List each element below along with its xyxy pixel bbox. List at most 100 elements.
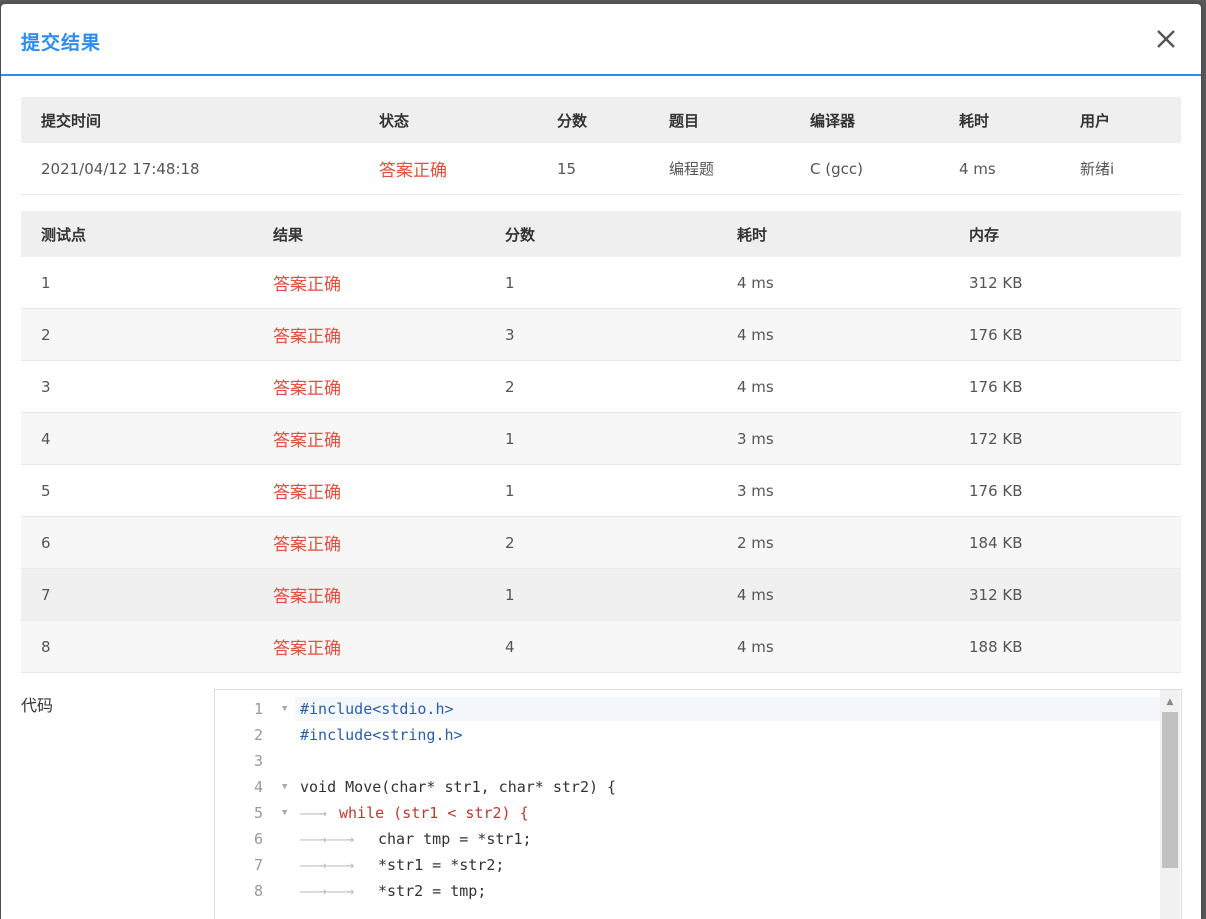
header-test-case: 测试点 (21, 211, 253, 257)
test-memory: 176 KB (949, 464, 1181, 517)
test-result: 答案正确 (253, 257, 485, 309)
fold-arrow-icon[interactable]: ▼ (282, 774, 287, 800)
header-user: 用户 (1060, 97, 1181, 143)
dialog-title: 提交结果 (21, 32, 102, 54)
code-line: 7 ——→——→ *str1 = *str2; (215, 852, 1161, 878)
table-row: 4 答案正确 1 3 ms 172 KB (21, 412, 1181, 465)
summary-row: 2021/04/12 17:48:18 答案正确 15 编程题 C (gcc) … (21, 143, 1181, 195)
test-case-table: 测试点 结果 分数 耗时 内存 1 答案正确 1 4 ms 312 KB 2 答… (21, 211, 1181, 673)
code-text: *str2 = tmp; (378, 882, 487, 900)
test-header-row: 测试点 结果 分数 耗时 内存 (21, 211, 1181, 257)
test-id: 3 (21, 360, 253, 413)
code-text: *str1 = *str2; (378, 856, 505, 874)
code-text: #include<string.h> (300, 726, 463, 744)
total-score: 15 (537, 143, 649, 195)
close-button[interactable] (1151, 24, 1181, 54)
test-memory: 312 KB (949, 568, 1181, 621)
header-test-score: 分数 (485, 211, 717, 257)
test-result: 答案正确 (253, 464, 485, 517)
test-id: 6 (21, 516, 253, 569)
table-row: 7 答案正确 1 4 ms 312 KB (21, 568, 1181, 621)
indent-guide: ——→——→ (300, 830, 355, 848)
summary-header-row: 提交时间 状态 分数 题目 编译器 耗时 用户 (21, 97, 1181, 143)
test-id: 4 (21, 412, 253, 465)
table-row: 6 答案正确 2 2 ms 184 KB (21, 516, 1181, 569)
test-score: 1 (485, 568, 717, 621)
submission-summary-table: 提交时间 状态 分数 题目 编译器 耗时 用户 2021/04/12 17:48… (21, 97, 1181, 195)
code-line: 6 ——→——→ char tmp = *str1; (215, 826, 1161, 852)
header-compiler: 编译器 (790, 97, 939, 143)
status-badge: 答案正确 (359, 143, 537, 195)
code-line: 2 #include<string.h> (215, 722, 1161, 748)
test-memory: 176 KB (949, 308, 1181, 361)
line-number: 4 (253, 778, 263, 796)
code-text: void Move(char* str1, char* str2) { (300, 778, 617, 796)
header-time: 耗时 (939, 97, 1060, 143)
code-text: #include<stdio.h> (300, 700, 454, 718)
fold-arrow-icon[interactable]: ▼ (282, 696, 287, 722)
submission-result-dialog: 提交结果 提交时间 状态 分数 题目 编译器 耗时 用户 2021/04/12 … (1, 4, 1201, 919)
line-number: 6 (253, 830, 263, 848)
header-memory: 内存 (949, 211, 1181, 257)
table-row: 3 答案正确 2 4 ms 176 KB (21, 360, 1181, 413)
scroll-up-arrow-icon[interactable]: ▲ (1160, 696, 1180, 708)
fold-arrow-icon[interactable]: ▼ (282, 800, 287, 826)
dialog-header: 提交结果 (1, 4, 1201, 76)
vertical-scrollbar[interactable]: ▲ (1160, 690, 1180, 919)
test-memory: 312 KB (949, 257, 1181, 309)
test-time: 3 ms (717, 412, 949, 465)
line-number: 8 (253, 882, 263, 900)
test-time: 4 ms (717, 360, 949, 413)
test-score: 1 (485, 464, 717, 517)
test-score: 4 (485, 620, 717, 673)
test-memory: 184 KB (949, 516, 1181, 569)
scrollbar-thumb[interactable] (1162, 712, 1178, 868)
table-row: 8 答案正确 4 4 ms 188 KB (21, 620, 1181, 673)
code-line: 8 ——→——→ *str2 = tmp; (215, 878, 1161, 904)
line-number: 3 (253, 752, 263, 770)
test-id: 7 (21, 568, 253, 621)
test-score: 2 (485, 516, 717, 569)
test-id: 1 (21, 257, 253, 309)
line-number: 5 (253, 804, 263, 822)
test-memory: 176 KB (949, 360, 1181, 413)
test-time: 4 ms (717, 308, 949, 361)
compiler: C (gcc) (790, 143, 939, 195)
close-icon[interactable] (1151, 24, 1181, 54)
code-line: 1 ▼ #include<stdio.h> (215, 696, 1161, 722)
code-line: 5 ▼ ——→ while (str1 < str2) { (215, 800, 1161, 826)
test-time: 4 ms (717, 620, 949, 673)
line-number: 2 (253, 726, 263, 744)
test-time: 4 ms (717, 257, 949, 309)
elapsed-time: 4 ms (939, 143, 1060, 195)
test-result: 答案正确 (253, 412, 485, 465)
line-number: 1 (253, 700, 263, 718)
test-result: 答案正确 (253, 516, 485, 569)
test-time: 3 ms (717, 464, 949, 517)
table-row: 1 答案正确 1 4 ms 312 KB (21, 257, 1181, 309)
line-number: 7 (253, 856, 263, 874)
test-result: 答案正确 (253, 620, 485, 673)
header-submit-time: 提交时间 (21, 97, 359, 143)
indent-guide: ——→——→ (300, 856, 355, 874)
header-test-time: 耗时 (717, 211, 949, 257)
header-problem: 题目 (649, 97, 790, 143)
username: 新绪i (1060, 143, 1181, 195)
code-editor[interactable]: 1 ▼ #include<stdio.h> 2 #include<string.… (214, 689, 1182, 919)
header-score: 分数 (537, 97, 649, 143)
table-row: 5 答案正确 1 3 ms 176 KB (21, 464, 1181, 517)
test-id: 8 (21, 620, 253, 673)
test-score: 2 (485, 360, 717, 413)
table-row: 2 答案正确 3 4 ms 176 KB (21, 308, 1181, 361)
test-result: 答案正确 (253, 360, 485, 413)
test-time: 4 ms (717, 568, 949, 621)
test-result: 答案正确 (253, 568, 485, 621)
test-score: 1 (485, 257, 717, 309)
test-result: 答案正确 (253, 308, 485, 361)
code-text: while (str1 < str2) { (339, 804, 529, 822)
test-score: 1 (485, 412, 717, 465)
code-line: 3 (215, 748, 1161, 774)
problem-name: 编程题 (649, 143, 790, 195)
indent-guide: ——→ (300, 804, 328, 822)
indent-guide: ——→——→ (300, 882, 355, 900)
